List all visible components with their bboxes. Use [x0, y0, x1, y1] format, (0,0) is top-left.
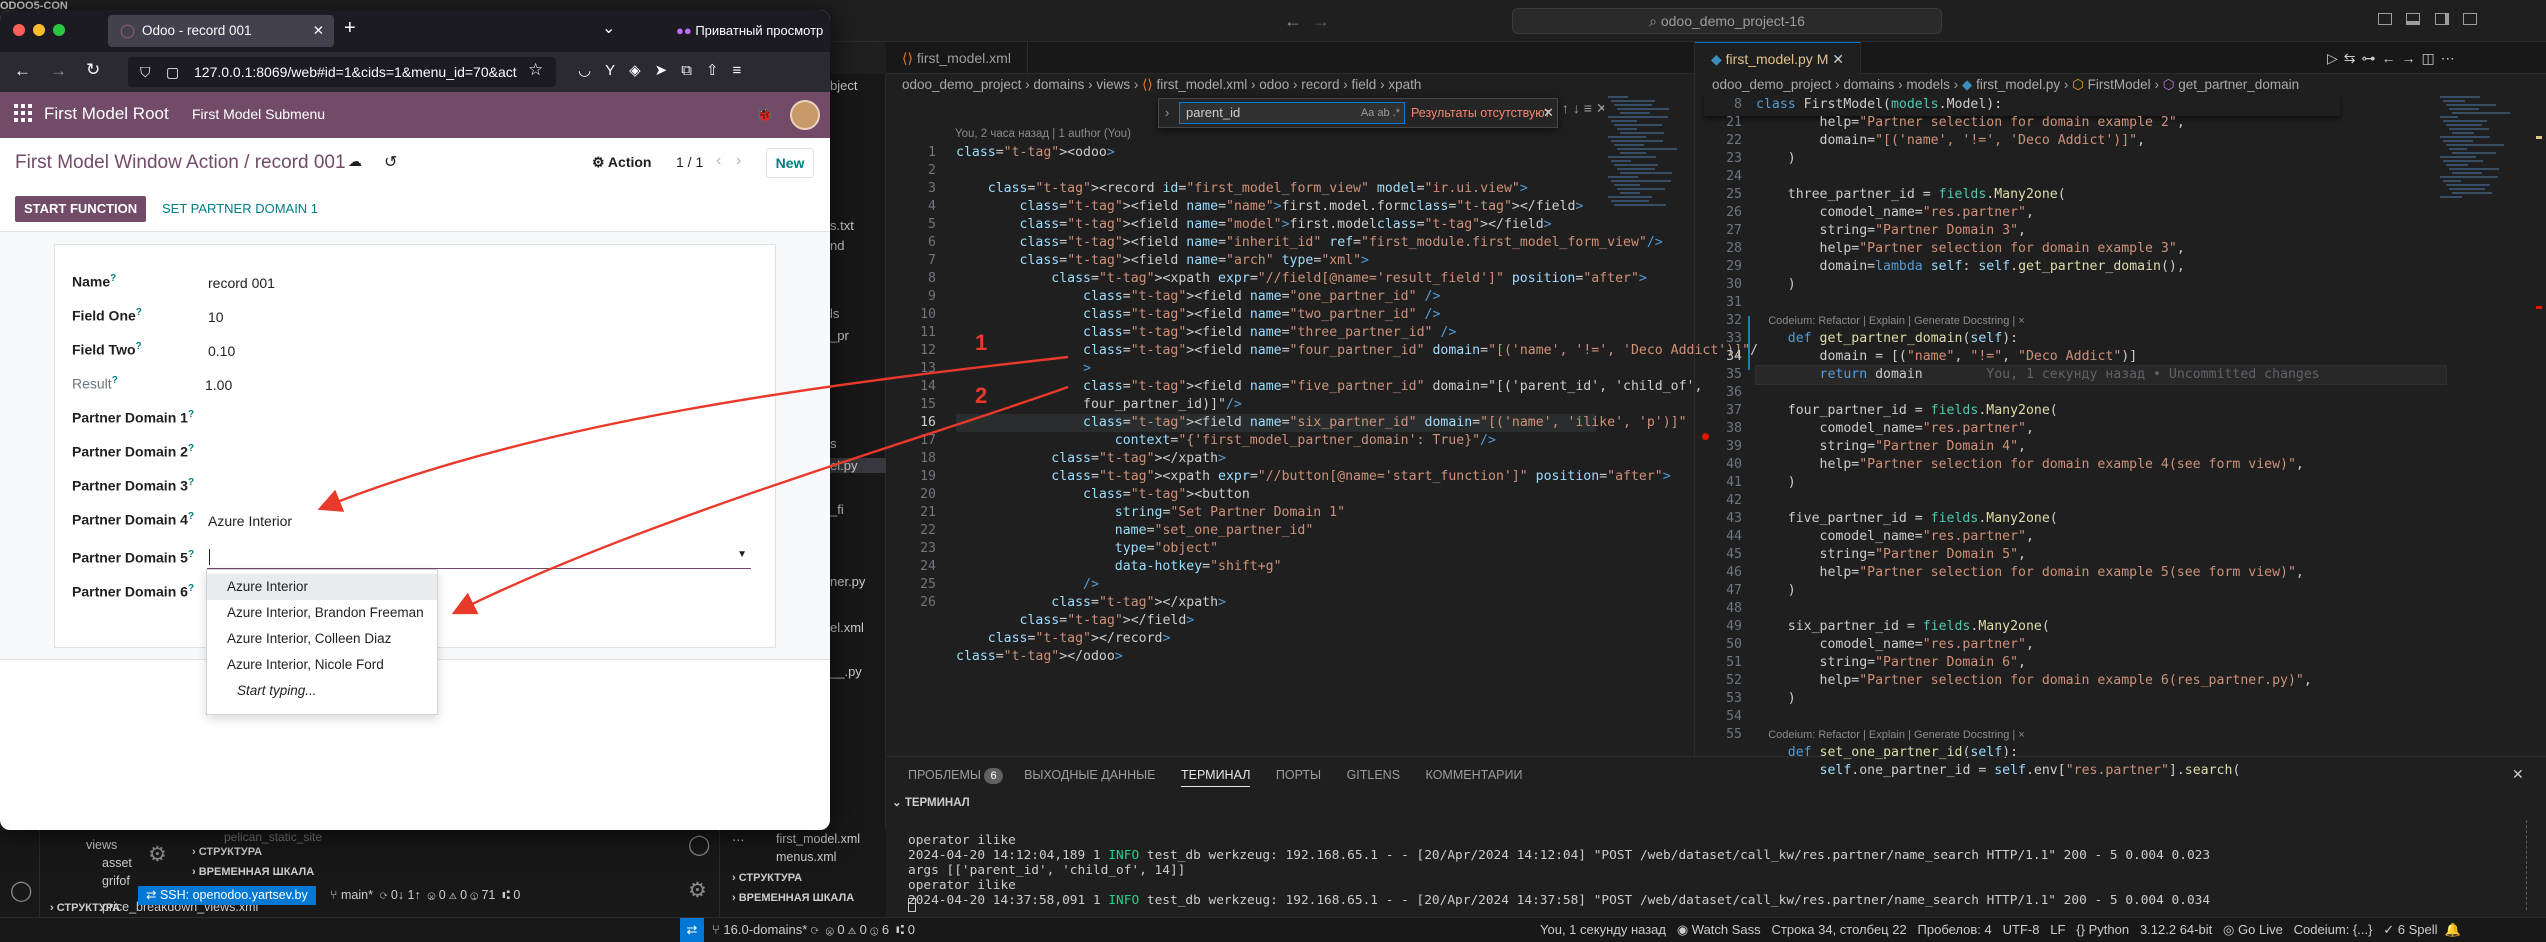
annotation-arrows: 1 2	[317, 330, 1069, 615]
annotation-label-2: 2	[975, 383, 987, 408]
arrow-1	[317, 355, 1069, 512]
arrow-2	[451, 385, 1069, 615]
annotation-label-1: 1	[975, 330, 987, 355]
